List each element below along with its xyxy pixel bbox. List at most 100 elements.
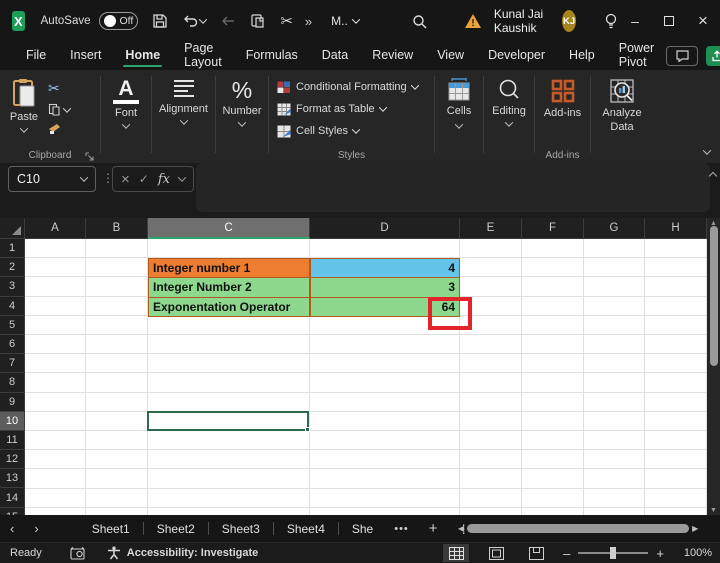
menu-tab-data[interactable]: Data: [310, 43, 360, 69]
user-avatar[interactable]: KJ: [562, 10, 576, 32]
vertical-scroll-thumb[interactable]: [710, 226, 718, 366]
lightbulb-icon[interactable]: [604, 13, 618, 30]
sheet-tab-sheet1[interactable]: Sheet1: [79, 518, 143, 540]
column-header-b[interactable]: B: [86, 218, 148, 239]
sheet-tab-sheet3[interactable]: Sheet3: [209, 518, 273, 540]
prev-sheet-button[interactable]: ‹: [0, 521, 24, 536]
column-header-h[interactable]: H: [645, 218, 707, 239]
menu-tab-insert[interactable]: Insert: [58, 43, 113, 69]
vertical-scrollbar[interactable]: ▲ ▼: [707, 218, 720, 515]
next-sheet-button[interactable]: ›: [24, 521, 48, 536]
formula-input[interactable]: [196, 163, 710, 212]
scroll-right-icon[interactable]: ▶: [689, 524, 701, 533]
row-header-13[interactable]: 13: [0, 469, 25, 488]
row-header-12[interactable]: 12: [0, 450, 25, 469]
active-cell-C10[interactable]: [147, 411, 309, 431]
column-header-f[interactable]: F: [522, 218, 584, 239]
menu-tab-file[interactable]: File: [14, 43, 58, 69]
cell-C3[interactable]: Integer Number 2: [148, 277, 310, 297]
dialog-launcher-icon[interactable]: [85, 152, 94, 161]
new-sheet-button[interactable]: +: [417, 520, 450, 537]
sheet-tab-sheet4[interactable]: Sheet4: [274, 518, 338, 540]
menu-tab-formulas[interactable]: Formulas: [234, 43, 310, 69]
page-break-preview-button[interactable]: [523, 544, 549, 562]
cut-small-button[interactable]: ✂: [48, 80, 60, 97]
row-header-2[interactable]: 2: [0, 258, 25, 277]
search-button[interactable]: [411, 13, 428, 30]
row-header-14[interactable]: 14: [0, 488, 25, 507]
cells-dropdown-icon[interactable]: [455, 120, 463, 128]
save-button[interactable]: [152, 13, 168, 29]
name-box[interactable]: C10: [8, 166, 96, 192]
menu-tab-developer[interactable]: Developer: [476, 43, 557, 69]
fx-dropdown-icon[interactable]: [178, 173, 186, 181]
scroll-down-icon[interactable]: ▼: [707, 505, 720, 515]
scroll-left-icon[interactable]: ◀: [455, 524, 467, 533]
zoom-slider-thumb[interactable]: [610, 547, 616, 559]
fill-handle[interactable]: [305, 427, 310, 432]
horizontal-scroll-thumb[interactable]: [467, 524, 689, 533]
comments-button[interactable]: [666, 46, 698, 66]
horizontal-scrollbar[interactable]: ◀ ▶: [455, 520, 715, 537]
mode-menu-button[interactable]: M..: [331, 14, 359, 28]
row-header-8[interactable]: 8: [0, 373, 25, 392]
close-button[interactable]: ×: [686, 0, 720, 42]
format-as-table-button[interactable]: Format as Table: [277, 98, 424, 120]
cells-button[interactable]: Cells: [435, 70, 483, 163]
menu-tab-help[interactable]: Help: [557, 43, 607, 69]
cell-D3[interactable]: 3: [310, 277, 460, 297]
normal-view-button[interactable]: [443, 544, 469, 562]
row-header-4[interactable]: 4: [0, 297, 25, 316]
paste-dropdown-icon[interactable]: [20, 124, 28, 132]
row-header-6[interactable]: 6: [0, 335, 25, 354]
column-header-c[interactable]: C: [148, 218, 310, 239]
conditional-formatting-button[interactable]: Conditional Formatting: [277, 76, 424, 98]
editing-button[interactable]: Editing: [484, 70, 534, 163]
copy-dropdown-icon[interactable]: [63, 104, 71, 112]
cell-C4[interactable]: Exponentation Operator: [148, 297, 310, 317]
collapse-formula-bar-icon[interactable]: [709, 172, 717, 180]
row-header-5[interactable]: 5: [0, 316, 25, 335]
row-header-9[interactable]: 9: [0, 393, 25, 412]
alignment-button[interactable]: Alignment: [152, 70, 215, 163]
row-header-3[interactable]: 3: [0, 277, 25, 296]
cell-styles-button[interactable]: Cell Styles: [277, 120, 424, 142]
column-header-a[interactable]: A: [25, 218, 86, 239]
sheet-tab-she[interactable]: She: [339, 518, 386, 540]
zoom-in-button[interactable]: +: [656, 546, 664, 561]
insert-function-button[interactable]: fx: [158, 172, 170, 187]
cell-D2[interactable]: 4: [310, 258, 460, 278]
copy-small-button[interactable]: [48, 103, 70, 116]
more-commands-button[interactable]: »: [305, 14, 313, 29]
accessibility-status[interactable]: Accessibility: Investigate: [107, 546, 258, 560]
alignment-dropdown-icon[interactable]: [179, 116, 187, 124]
cancel-entry-button[interactable]: ×: [121, 171, 130, 188]
cell-area[interactable]: Integer number 14Integer Number 23Expone…: [25, 239, 707, 515]
confirm-entry-button[interactable]: ✓: [139, 172, 149, 186]
undo-dropdown-icon[interactable]: [199, 15, 207, 23]
menu-tab-review[interactable]: Review: [360, 43, 425, 69]
menu-tab-view[interactable]: View: [425, 43, 476, 69]
zoom-out-button[interactable]: –: [563, 546, 570, 561]
row-header-7[interactable]: 7: [0, 354, 25, 373]
select-all-button[interactable]: [0, 218, 25, 239]
page-layout-view-button[interactable]: [483, 544, 509, 562]
macro-record-icon[interactable]: [70, 547, 85, 560]
autosave-toggle[interactable]: Off: [99, 12, 139, 30]
row-header-11[interactable]: 11: [0, 431, 25, 450]
cut-button[interactable]: ✂: [280, 12, 293, 30]
cell-C2[interactable]: Integer number 1: [148, 258, 310, 278]
font-button[interactable]: A Font: [101, 70, 151, 163]
column-header-g[interactable]: G: [584, 218, 645, 239]
analyze-data-button[interactable]: Analyze Data: [591, 70, 653, 163]
number-dropdown-icon[interactable]: [238, 118, 246, 126]
tab-overflow-icon[interactable]: •••: [386, 523, 417, 535]
warning-icon[interactable]: [464, 13, 482, 29]
copy-button[interactable]: [250, 13, 266, 29]
number-button[interactable]: % Number: [216, 70, 268, 163]
menu-tab-home[interactable]: Home: [113, 43, 172, 69]
share-button[interactable]: [706, 46, 720, 66]
editing-dropdown-icon[interactable]: [505, 118, 513, 126]
zoom-slider[interactable]: [578, 552, 648, 554]
row-header-1[interactable]: 1: [0, 239, 25, 258]
